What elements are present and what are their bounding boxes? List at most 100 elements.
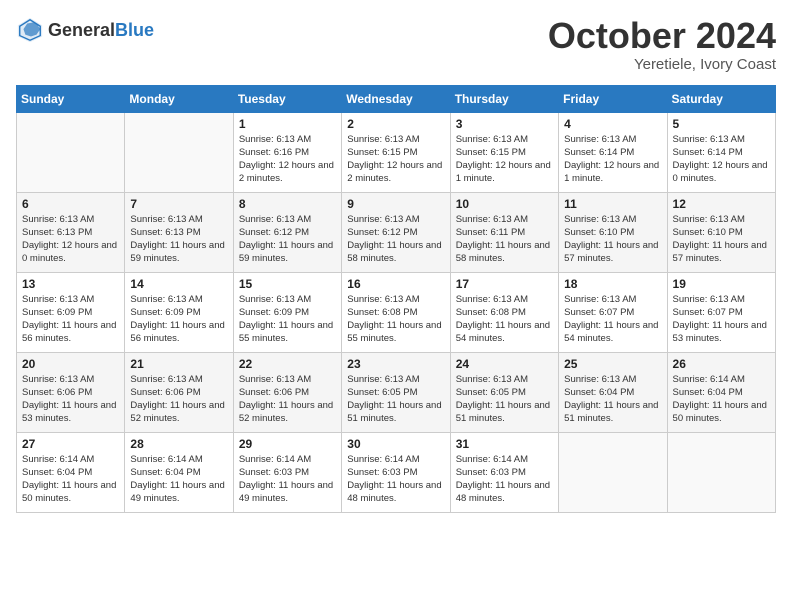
calendar-cell <box>667 432 775 512</box>
logo: GeneralBlue <box>16 16 154 44</box>
calendar-cell: 24 Sunrise: 6:13 AMSunset: 6:05 PMDaylig… <box>450 352 558 432</box>
day-number: 5 <box>673 117 770 131</box>
day-number: 31 <box>456 437 553 451</box>
weekday-header-friday: Friday <box>559 85 667 112</box>
calendar-cell: 19 Sunrise: 6:13 AMSunset: 6:07 PMDaylig… <box>667 272 775 352</box>
calendar-cell: 1 Sunrise: 6:13 AMSunset: 6:16 PMDayligh… <box>233 112 341 192</box>
logo-text-blue: Blue <box>115 20 154 40</box>
calendar-cell: 18 Sunrise: 6:13 AMSunset: 6:07 PMDaylig… <box>559 272 667 352</box>
day-number: 18 <box>564 277 661 291</box>
location-title: Yeretiele, Ivory Coast <box>548 56 776 73</box>
week-row-5: 27 Sunrise: 6:14 AMSunset: 6:04 PMDaylig… <box>17 432 776 512</box>
day-detail: Sunrise: 6:13 AMSunset: 6:11 PMDaylight:… <box>456 214 550 265</box>
day-number: 4 <box>564 117 661 131</box>
calendar-cell: 26 Sunrise: 6:14 AMSunset: 6:04 PMDaylig… <box>667 352 775 432</box>
weekday-header-thursday: Thursday <box>450 85 558 112</box>
day-number: 8 <box>239 197 336 211</box>
day-number: 1 <box>239 117 336 131</box>
calendar-cell: 30 Sunrise: 6:14 AMSunset: 6:03 PMDaylig… <box>342 432 450 512</box>
day-number: 12 <box>673 197 770 211</box>
day-number: 2 <box>347 117 444 131</box>
day-number: 9 <box>347 197 444 211</box>
week-row-1: 1 Sunrise: 6:13 AMSunset: 6:16 PMDayligh… <box>17 112 776 192</box>
day-detail: Sunrise: 6:13 AMSunset: 6:16 PMDaylight:… <box>239 134 334 185</box>
day-number: 17 <box>456 277 553 291</box>
day-detail: Sunrise: 6:13 AMSunset: 6:13 PMDaylight:… <box>130 214 224 265</box>
weekday-header-row: SundayMondayTuesdayWednesdayThursdayFrid… <box>17 85 776 112</box>
day-detail: Sunrise: 6:13 AMSunset: 6:04 PMDaylight:… <box>564 374 658 425</box>
month-title: October 2024 <box>548 16 776 56</box>
day-detail: Sunrise: 6:13 AMSunset: 6:12 PMDaylight:… <box>347 214 441 265</box>
day-number: 11 <box>564 197 661 211</box>
calendar-cell: 5 Sunrise: 6:13 AMSunset: 6:14 PMDayligh… <box>667 112 775 192</box>
calendar-cell: 17 Sunrise: 6:13 AMSunset: 6:08 PMDaylig… <box>450 272 558 352</box>
title-block: October 2024 Yeretiele, Ivory Coast <box>548 16 776 73</box>
calendar-cell: 6 Sunrise: 6:13 AMSunset: 6:13 PMDayligh… <box>17 192 125 272</box>
day-number: 26 <box>673 357 770 371</box>
week-row-2: 6 Sunrise: 6:13 AMSunset: 6:13 PMDayligh… <box>17 192 776 272</box>
day-number: 13 <box>22 277 119 291</box>
calendar-cell: 9 Sunrise: 6:13 AMSunset: 6:12 PMDayligh… <box>342 192 450 272</box>
day-number: 30 <box>347 437 444 451</box>
calendar-cell: 21 Sunrise: 6:13 AMSunset: 6:06 PMDaylig… <box>125 352 233 432</box>
day-detail: Sunrise: 6:13 AMSunset: 6:09 PMDaylight:… <box>22 294 116 345</box>
day-detail: Sunrise: 6:13 AMSunset: 6:15 PMDaylight:… <box>456 134 551 185</box>
day-number: 29 <box>239 437 336 451</box>
day-number: 19 <box>673 277 770 291</box>
calendar-cell: 2 Sunrise: 6:13 AMSunset: 6:15 PMDayligh… <box>342 112 450 192</box>
day-number: 16 <box>347 277 444 291</box>
calendar-table: SundayMondayTuesdayWednesdayThursdayFrid… <box>16 85 776 513</box>
day-detail: Sunrise: 6:14 AMSunset: 6:03 PMDaylight:… <box>456 454 550 505</box>
day-detail: Sunrise: 6:13 AMSunset: 6:15 PMDaylight:… <box>347 134 442 185</box>
day-detail: Sunrise: 6:13 AMSunset: 6:12 PMDaylight:… <box>239 214 333 265</box>
day-number: 22 <box>239 357 336 371</box>
day-number: 15 <box>239 277 336 291</box>
calendar-cell: 12 Sunrise: 6:13 AMSunset: 6:10 PMDaylig… <box>667 192 775 272</box>
day-number: 7 <box>130 197 227 211</box>
calendar-cell: 10 Sunrise: 6:13 AMSunset: 6:11 PMDaylig… <box>450 192 558 272</box>
day-number: 24 <box>456 357 553 371</box>
day-detail: Sunrise: 6:14 AMSunset: 6:04 PMDaylight:… <box>673 374 767 425</box>
day-detail: Sunrise: 6:13 AMSunset: 6:14 PMDaylight:… <box>564 134 659 185</box>
week-row-4: 20 Sunrise: 6:13 AMSunset: 6:06 PMDaylig… <box>17 352 776 432</box>
day-detail: Sunrise: 6:13 AMSunset: 6:06 PMDaylight:… <box>130 374 224 425</box>
calendar-cell: 16 Sunrise: 6:13 AMSunset: 6:08 PMDaylig… <box>342 272 450 352</box>
calendar-cell: 13 Sunrise: 6:13 AMSunset: 6:09 PMDaylig… <box>17 272 125 352</box>
calendar-cell: 14 Sunrise: 6:13 AMSunset: 6:09 PMDaylig… <box>125 272 233 352</box>
calendar-cell: 15 Sunrise: 6:13 AMSunset: 6:09 PMDaylig… <box>233 272 341 352</box>
calendar-cell: 27 Sunrise: 6:14 AMSunset: 6:04 PMDaylig… <box>17 432 125 512</box>
day-detail: Sunrise: 6:13 AMSunset: 6:08 PMDaylight:… <box>347 294 441 345</box>
logo-icon <box>16 16 44 44</box>
calendar-cell: 29 Sunrise: 6:14 AMSunset: 6:03 PMDaylig… <box>233 432 341 512</box>
calendar-cell: 28 Sunrise: 6:14 AMSunset: 6:04 PMDaylig… <box>125 432 233 512</box>
weekday-header-tuesday: Tuesday <box>233 85 341 112</box>
page-header: GeneralBlue October 2024 Yeretiele, Ivor… <box>16 16 776 73</box>
day-detail: Sunrise: 6:13 AMSunset: 6:10 PMDaylight:… <box>564 214 658 265</box>
calendar-cell: 22 Sunrise: 6:13 AMSunset: 6:06 PMDaylig… <box>233 352 341 432</box>
day-detail: Sunrise: 6:13 AMSunset: 6:09 PMDaylight:… <box>130 294 224 345</box>
day-number: 3 <box>456 117 553 131</box>
day-detail: Sunrise: 6:13 AMSunset: 6:10 PMDaylight:… <box>673 214 767 265</box>
day-number: 28 <box>130 437 227 451</box>
day-detail: Sunrise: 6:13 AMSunset: 6:06 PMDaylight:… <box>22 374 116 425</box>
day-detail: Sunrise: 6:13 AMSunset: 6:06 PMDaylight:… <box>239 374 333 425</box>
calendar-cell: 4 Sunrise: 6:13 AMSunset: 6:14 PMDayligh… <box>559 112 667 192</box>
day-detail: Sunrise: 6:13 AMSunset: 6:05 PMDaylight:… <box>347 374 441 425</box>
day-number: 21 <box>130 357 227 371</box>
day-detail: Sunrise: 6:13 AMSunset: 6:14 PMDaylight:… <box>673 134 768 185</box>
day-number: 25 <box>564 357 661 371</box>
day-number: 14 <box>130 277 227 291</box>
calendar-cell: 25 Sunrise: 6:13 AMSunset: 6:04 PMDaylig… <box>559 352 667 432</box>
day-number: 27 <box>22 437 119 451</box>
day-detail: Sunrise: 6:13 AMSunset: 6:09 PMDaylight:… <box>239 294 333 345</box>
day-number: 20 <box>22 357 119 371</box>
week-row-3: 13 Sunrise: 6:13 AMSunset: 6:09 PMDaylig… <box>17 272 776 352</box>
day-detail: Sunrise: 6:13 AMSunset: 6:05 PMDaylight:… <box>456 374 550 425</box>
day-detail: Sunrise: 6:13 AMSunset: 6:07 PMDaylight:… <box>564 294 658 345</box>
day-detail: Sunrise: 6:14 AMSunset: 6:03 PMDaylight:… <box>239 454 333 505</box>
calendar-cell: 7 Sunrise: 6:13 AMSunset: 6:13 PMDayligh… <box>125 192 233 272</box>
day-detail: Sunrise: 6:14 AMSunset: 6:04 PMDaylight:… <box>130 454 224 505</box>
weekday-header-wednesday: Wednesday <box>342 85 450 112</box>
logo-text: General <box>48 20 115 40</box>
weekday-header-monday: Monday <box>125 85 233 112</box>
